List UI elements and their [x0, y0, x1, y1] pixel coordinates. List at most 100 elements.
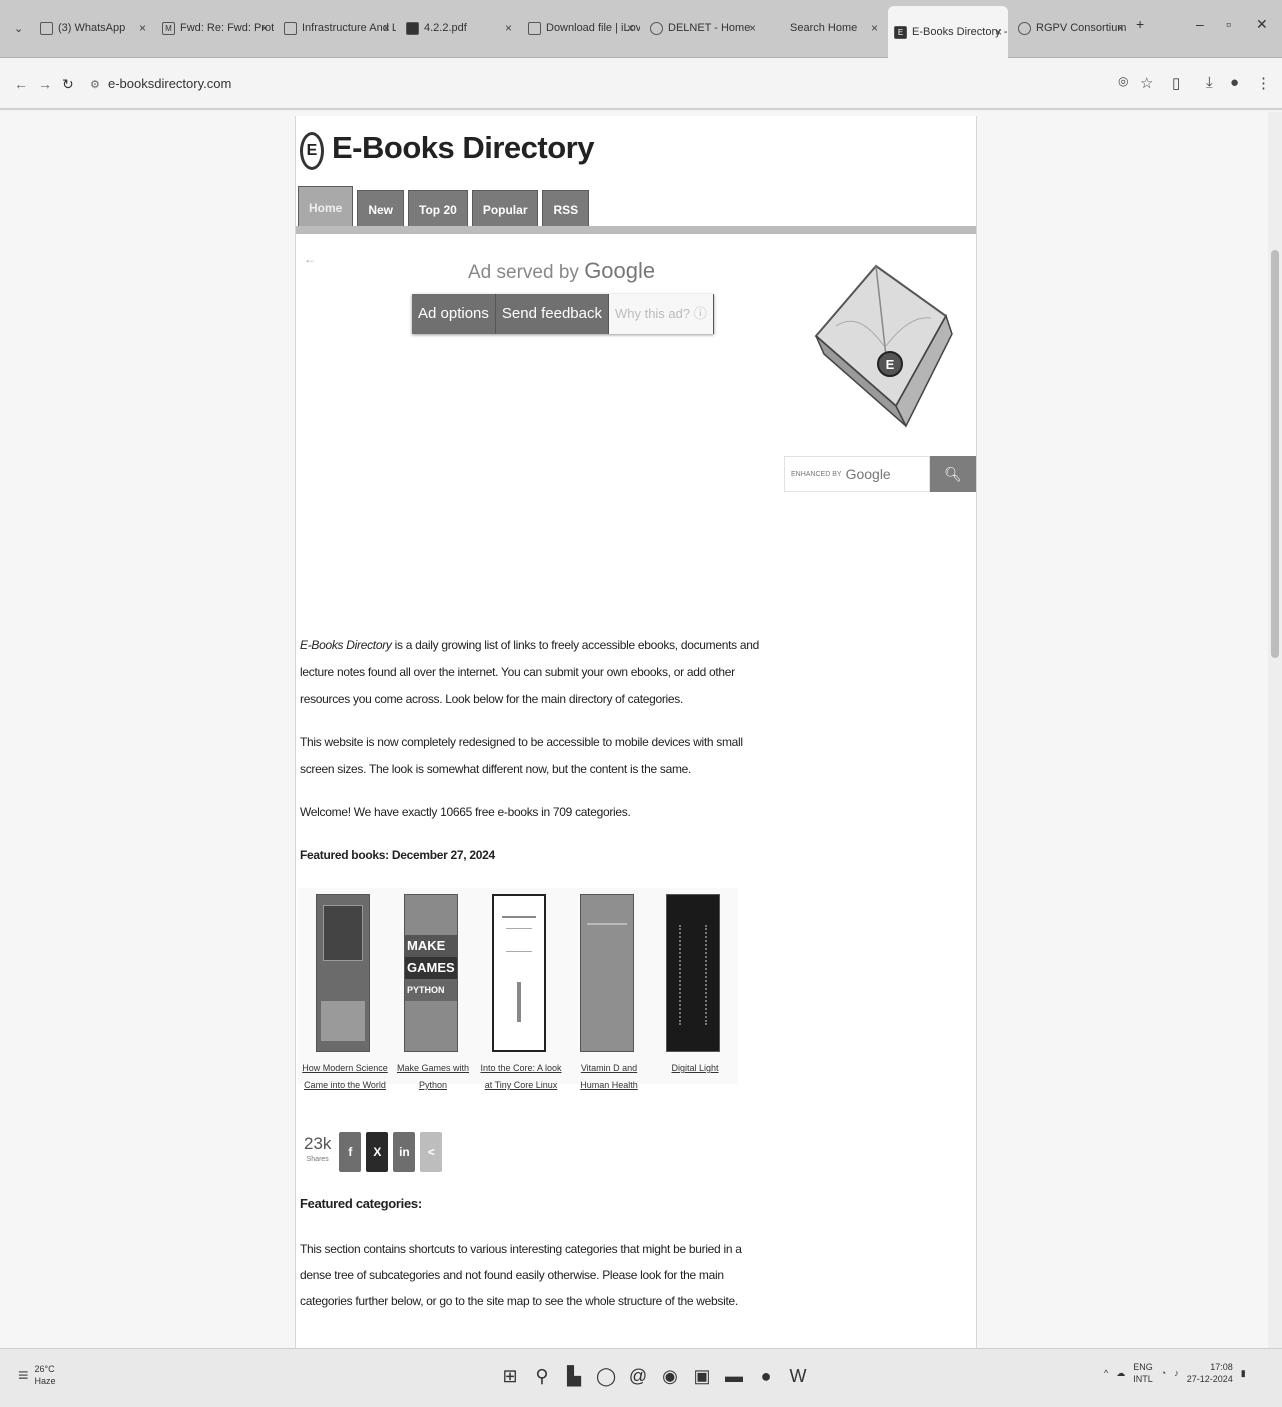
clock[interactable]: 17:08 27-12-2024	[1187, 1361, 1233, 1385]
scrollbar-thumb[interactable]	[1271, 250, 1279, 658]
reload-icon[interactable]: ↻	[62, 76, 74, 93]
bookmark-star-icon[interactable]: ☆	[1140, 74, 1153, 92]
profile-avatar-icon[interactable]: ●	[1230, 74, 1239, 91]
tab-pdf[interactable]: 4.2.2.pdf ×	[400, 10, 518, 46]
tab-rgpv[interactable]: RGPV Consortium a ×	[1012, 10, 1130, 46]
forward-icon[interactable]: →	[38, 76, 52, 92]
chevron-up-icon[interactable]: ^	[1104, 1368, 1108, 1378]
store-icon[interactable]: ▣	[692, 1363, 712, 1389]
search-button[interactable]: 🔍︎	[930, 456, 976, 492]
weather-widget[interactable]: ≡ 26°C Haze	[18, 1363, 56, 1387]
ad-back-arrow-icon[interactable]: ←	[304, 252, 316, 266]
language-indicator[interactable]: ENG INTL	[1133, 1361, 1153, 1385]
restore-button[interactable]: ▫	[1226, 16, 1231, 32]
nav-new[interactable]: New	[357, 190, 405, 228]
book-cover[interactable]	[666, 894, 720, 1052]
start-icon[interactable]: ⊞	[500, 1363, 520, 1389]
notification-icon[interactable]: ▮	[1241, 1368, 1246, 1379]
book-cover[interactable]	[492, 894, 546, 1052]
close-icon[interactable]: ×	[1117, 21, 1124, 35]
send-feedback-button[interactable]: Send feedback	[495, 294, 609, 334]
eye-off-icon[interactable]: ◎	[1118, 74, 1128, 88]
book-title-link[interactable]: Vitamin D and Human Health	[566, 1060, 652, 1094]
book-title-link[interactable]: How Modern Science Came into the World	[302, 1060, 388, 1094]
speaker-icon[interactable]: ♪	[1174, 1368, 1179, 1378]
nav-top-20[interactable]: Top 20	[408, 190, 468, 228]
book-title-link[interactable]: Digital Light	[652, 1060, 738, 1077]
open-book-icon: E	[814, 264, 953, 428]
why-this-ad-button[interactable]: Why this ad? ⓘ	[608, 294, 714, 334]
pdf-icon	[406, 21, 419, 35]
share-count: 23k Shares	[304, 1134, 332, 1163]
x-share-button[interactable]: X	[366, 1132, 389, 1172]
site-title[interactable]: E-Books Directory	[332, 130, 594, 166]
featured-categories-text: This section contains shortcuts to vario…	[300, 1242, 742, 1308]
close-icon[interactable]: ×	[139, 21, 146, 35]
chrome-icon[interactable]: ◉	[660, 1363, 680, 1389]
close-icon[interactable]: ×	[995, 25, 1002, 39]
tab-ebooks-directory[interactable]: E E-Books Directory - ×	[888, 6, 1008, 58]
welcome-text: Welcome! We have exactly 10665 free e-bo…	[300, 805, 631, 819]
linkedin-share-button[interactable]: in	[393, 1132, 416, 1172]
close-window-button[interactable]: ✕	[1256, 16, 1268, 33]
app-icon[interactable]: ●	[756, 1363, 776, 1389]
ad-options-button[interactable]: Ad options	[412, 294, 496, 334]
tab-delnet[interactable]: DELNET - Home ×	[644, 10, 762, 46]
site-info-icon[interactable]: ⚙	[90, 78, 100, 91]
tab-gmail[interactable]: M Fwd: Re: Fwd: Proto ×	[156, 10, 274, 46]
tab-search-home[interactable]: Search Home ×	[766, 10, 884, 46]
word-icon[interactable]: W	[788, 1363, 808, 1389]
file-explorer-icon[interactable]: ▬	[724, 1363, 744, 1389]
more-share-button[interactable]: <	[420, 1132, 443, 1172]
url-field[interactable]: e-booksdirectory.com	[108, 76, 231, 91]
close-icon[interactable]: ×	[871, 21, 878, 35]
custom-search: ENHANCED BY Google 🔍︎	[784, 456, 976, 492]
minimize-button[interactable]: –	[1196, 16, 1204, 32]
svg-text:E: E	[886, 357, 895, 372]
tab-search-menu[interactable]: ⌄	[8, 10, 32, 46]
book-cover[interactable]	[580, 894, 634, 1052]
close-icon[interactable]: ×	[505, 21, 512, 35]
featured-books-heading: Featured books: December 27, 2024	[300, 848, 495, 862]
intro-content: E-Books Directory is a daily growing lis…	[300, 632, 760, 885]
back-icon[interactable]: ←	[14, 76, 28, 92]
book-cover[interactable]	[316, 894, 370, 1052]
edge-icon[interactable]: @	[628, 1363, 648, 1389]
system-tray: ^ ☁ ENG INTL ◔ ♪ 17:08 27-12-2024 ▮	[1104, 1361, 1246, 1385]
files-icon[interactable]: ▙	[564, 1363, 584, 1389]
close-icon[interactable]: ×	[383, 21, 390, 35]
os-taskbar: ≡ 26°C Haze ⊞ ⚲ ▙ ◯ @ ◉ ▣ ▬ ● W ^ ☁ ENG …	[0, 1348, 1282, 1407]
nav-popular[interactable]: Popular	[471, 190, 539, 228]
book-cover[interactable]: MAKE GAMES PYTHON	[404, 894, 458, 1052]
menu-dots-icon[interactable]: ⋮	[1256, 74, 1271, 92]
extensions-icon[interactable]: ▯	[1172, 74, 1180, 92]
tab-download[interactable]: Download file | iLove ×	[522, 10, 640, 46]
tab-whatsapp[interactable]: (3) WhatsApp ×	[34, 10, 152, 46]
chat-icon[interactable]: ◯	[596, 1363, 616, 1389]
taskbar-apps: ⊞ ⚲ ▙ ◯ @ ◉ ▣ ▬ ● W	[500, 1363, 808, 1389]
search-input[interactable]: ENHANCED BY Google	[784, 456, 930, 492]
tab-infrastructure[interactable]: Infrastructure And Li ×	[278, 10, 396, 46]
nav-home[interactable]: Home	[298, 186, 354, 228]
intro-paragraph-2: This website is now completely redesigne…	[300, 735, 743, 776]
ebooks-page: E E-Books Directory Home New Top 20 Popu…	[295, 116, 977, 1348]
close-icon[interactable]: ×	[749, 21, 756, 35]
book-title-link[interactable]: Into the Core: A look at Tiny Core Linux	[478, 1060, 564, 1094]
cloud-icon[interactable]: ☁	[1116, 1368, 1125, 1379]
facebook-share-button[interactable]: f	[339, 1132, 362, 1172]
search-icon[interactable]: ⚲	[532, 1363, 552, 1389]
close-icon[interactable]: ×	[261, 21, 268, 35]
nav-rss[interactable]: RSS	[542, 190, 590, 228]
book-title-link[interactable]: Make Games with Python	[390, 1060, 476, 1094]
wifi-icon[interactable]: ◔	[1161, 1368, 1166, 1378]
chevron-down-icon: ⌄	[14, 22, 24, 35]
nav-underline	[296, 226, 976, 234]
download-icon	[528, 21, 541, 35]
vertical-scrollbar[interactable]	[1268, 112, 1282, 1348]
downloads-icon[interactable]: ⤓	[1206, 74, 1213, 91]
featured-categories-heading: Featured categories:	[300, 1196, 422, 1211]
gmail-icon: M	[162, 21, 175, 35]
new-tab-button[interactable]: +	[1136, 16, 1144, 32]
site-logo-icon[interactable]: E	[300, 132, 324, 170]
close-icon[interactable]: ×	[627, 21, 634, 35]
